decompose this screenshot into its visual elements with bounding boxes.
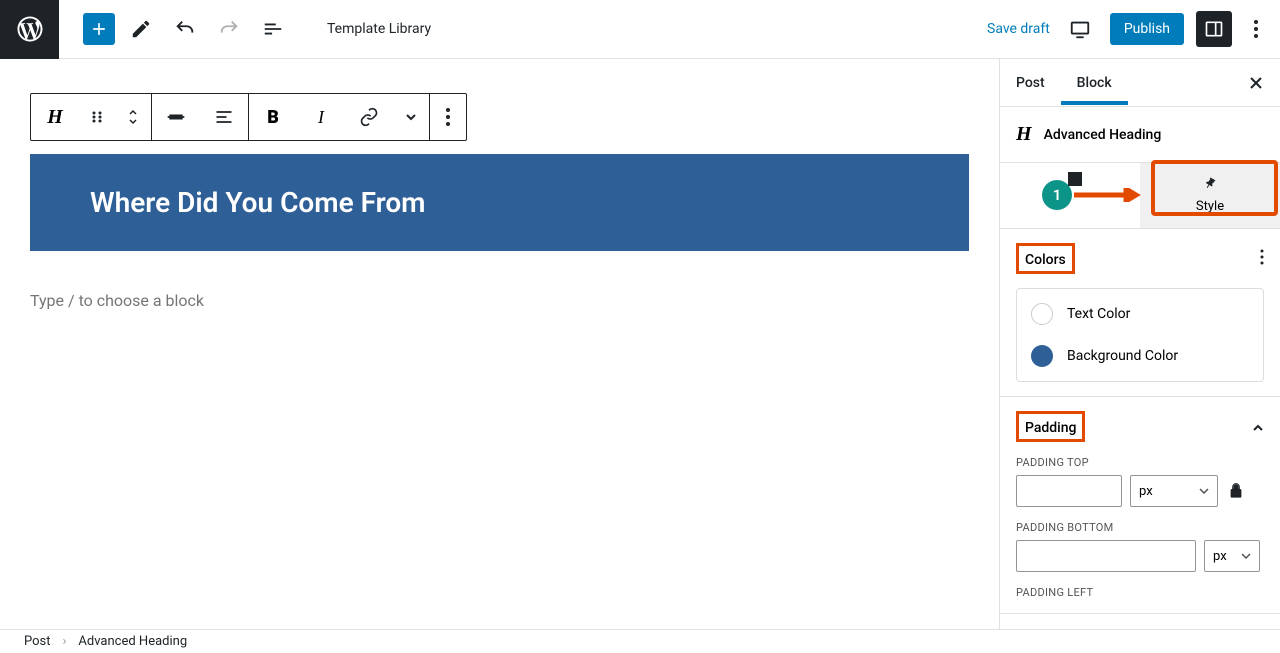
- block-type-button[interactable]: H: [31, 94, 79, 140]
- padding-top-label: PADDING TOP: [1016, 456, 1264, 469]
- breadcrumb-separator: ›: [63, 634, 67, 649]
- chevron-down-icon: [1241, 553, 1251, 559]
- bold-icon: B: [267, 107, 279, 128]
- unlock-icon: [1228, 483, 1244, 499]
- breadcrumb-post[interactable]: Post: [24, 634, 51, 649]
- block-appender[interactable]: Type / to choose a block: [30, 291, 969, 310]
- padding-top-unit-select[interactable]: px: [1130, 475, 1218, 507]
- align-button[interactable]: [152, 94, 200, 140]
- italic-button[interactable]: I: [297, 94, 345, 140]
- redo-button[interactable]: [211, 11, 247, 47]
- background-color-label: Background Color: [1067, 348, 1178, 364]
- close-icon: [1248, 75, 1264, 91]
- edit-icon: [130, 18, 152, 40]
- drag-icon: [90, 110, 104, 124]
- text-color-label: Text Color: [1067, 306, 1130, 322]
- more-vertical-icon: [446, 108, 450, 126]
- block-title: Advanced Heading: [1044, 127, 1162, 143]
- breadcrumb-block[interactable]: Advanced Heading: [78, 634, 187, 649]
- block-card: H Advanced Heading: [1000, 107, 1280, 163]
- wp-logo[interactable]: [0, 0, 59, 59]
- list-icon: [262, 18, 284, 40]
- settings-toggle-button[interactable]: [1196, 11, 1232, 47]
- settings-sidebar: Post Block H Advanced Heading Style Colo…: [999, 59, 1280, 629]
- padding-bottom-unit-select[interactable]: px: [1204, 540, 1260, 572]
- save-draft-button[interactable]: Save draft: [987, 21, 1050, 37]
- undo-icon: [174, 18, 196, 40]
- colors-options-button[interactable]: [1260, 249, 1264, 269]
- options-button[interactable]: [1244, 11, 1268, 47]
- editor-canvas: H B I Where Did You Come From Type /: [0, 59, 999, 629]
- tab-style[interactable]: Style: [1140, 163, 1280, 228]
- advanced-heading-block[interactable]: Where Did You Come From: [30, 154, 969, 251]
- tab-style-label: Style: [1140, 199, 1280, 214]
- tools-button[interactable]: [123, 11, 159, 47]
- document-overview-button[interactable]: [255, 11, 291, 47]
- padding-top-input[interactable]: [1016, 475, 1122, 507]
- link-button[interactable]: [345, 94, 393, 140]
- arrow-icon: [1074, 188, 1144, 202]
- italic-icon: I: [318, 107, 324, 128]
- padding-bottom-input[interactable]: [1016, 540, 1196, 572]
- desktop-icon: [1069, 18, 1091, 40]
- sidebar-tabs: Post Block: [1000, 59, 1280, 107]
- padding-bottom-label: PADDING BOTTOM: [1016, 521, 1264, 534]
- drag-handle[interactable]: [79, 94, 115, 140]
- more-formatting-button[interactable]: [393, 94, 429, 140]
- advanced-heading-icon: H: [47, 106, 63, 129]
- plus-icon: [89, 19, 109, 39]
- undo-button[interactable]: [167, 11, 203, 47]
- tab-post[interactable]: Post: [1000, 61, 1061, 105]
- publish-button[interactable]: Publish: [1110, 13, 1184, 45]
- padding-panel-title: Padding: [1016, 411, 1085, 442]
- background-color-swatch: [1031, 345, 1053, 367]
- more-vertical-icon: [1260, 249, 1264, 265]
- more-vertical-icon: [1254, 20, 1258, 38]
- breadcrumb-footer: Post › Advanced Heading: [0, 629, 1280, 653]
- pin-icon: [1203, 177, 1217, 191]
- chevron-down-icon: [1199, 488, 1209, 494]
- annotation-marker: [1068, 172, 1082, 186]
- padding-collapse-button[interactable]: [1252, 417, 1264, 436]
- background-color-control[interactable]: Background Color: [1031, 335, 1249, 377]
- block-toolbar: H B I: [30, 93, 467, 141]
- bold-button[interactable]: B: [249, 94, 297, 140]
- link-icon: [359, 107, 379, 127]
- block-options-button[interactable]: [430, 94, 466, 140]
- move-updown-icon: [127, 108, 139, 126]
- close-panel-button[interactable]: [1244, 71, 1268, 95]
- template-library-link[interactable]: Template Library: [327, 21, 431, 37]
- padding-lock-button[interactable]: [1226, 481, 1246, 501]
- padding-panel: Padding PADDING TOP px PADDING BOTTOM px: [1000, 397, 1280, 614]
- colors-panel-title: Colors: [1016, 243, 1075, 274]
- padding-left-label: PADDING LEFT: [1016, 586, 1264, 599]
- chevron-up-icon: [1252, 424, 1264, 432]
- sidebar-icon: [1204, 19, 1224, 39]
- align-left-icon: [214, 107, 234, 127]
- text-align-button[interactable]: [200, 94, 248, 140]
- chevron-down-icon: [405, 113, 417, 121]
- advanced-heading-icon: H: [1016, 123, 1032, 146]
- tab-block[interactable]: Block: [1061, 61, 1128, 105]
- text-color-control[interactable]: Text Color: [1031, 293, 1249, 335]
- preview-button[interactable]: [1062, 11, 1098, 47]
- text-color-swatch: [1031, 303, 1053, 325]
- redo-icon: [218, 18, 240, 40]
- colors-panel: Colors Text Color Background Color: [1000, 229, 1280, 397]
- heading-text: Where Did You Come From: [90, 186, 909, 219]
- align-wide-icon: [166, 107, 186, 127]
- move-buttons[interactable]: [115, 94, 151, 140]
- add-block-button[interactable]: [83, 13, 115, 45]
- editor-topbar: Template Library Save draft Publish: [0, 0, 1280, 59]
- annotation-step-1: 1: [1042, 180, 1144, 210]
- wordpress-icon: [15, 14, 45, 44]
